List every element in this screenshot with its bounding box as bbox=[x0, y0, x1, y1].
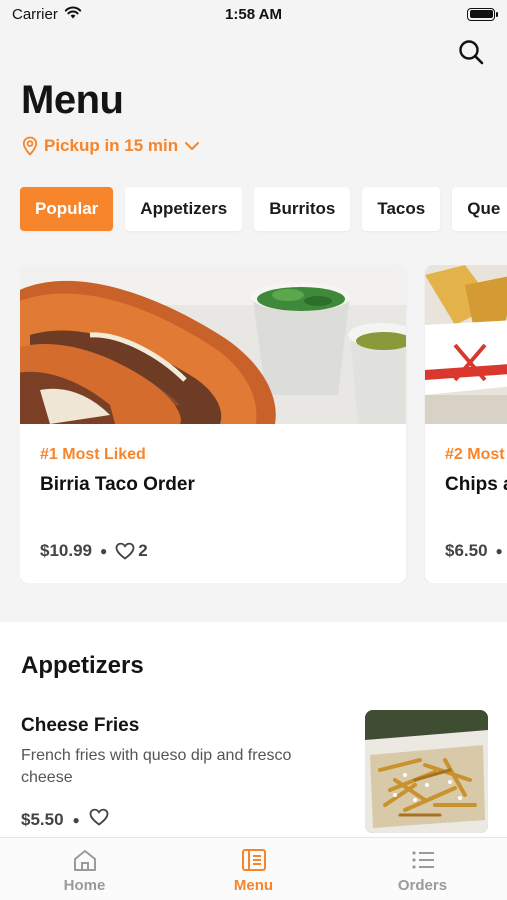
status-time: 1:58 AM bbox=[225, 5, 282, 23]
card-meta: $10.99 ● 2 bbox=[40, 541, 148, 561]
status-bar: Carrier 1:58 AM bbox=[0, 0, 507, 28]
item-price: $5.50 bbox=[21, 809, 64, 829]
tab-orders[interactable]: Orders bbox=[338, 838, 507, 900]
carrier-label: Carrier bbox=[12, 5, 58, 23]
cheese-fries-image bbox=[365, 710, 488, 833]
card-rank-label: #1 Most Liked bbox=[40, 446, 146, 463]
category-tabs: Popular Appetizers Burritos Tacos Que bbox=[20, 187, 507, 231]
location-pin-icon bbox=[22, 136, 38, 156]
heart-icon bbox=[115, 542, 135, 560]
status-left: Carrier bbox=[12, 6, 82, 23]
home-icon bbox=[73, 850, 96, 871]
chips-image bbox=[425, 265, 507, 424]
card-price: $6.50 bbox=[445, 541, 488, 560]
section-title: Appetizers bbox=[21, 652, 144, 679]
pickup-selector[interactable]: Pickup in 15 min bbox=[22, 136, 200, 156]
heart-icon bbox=[89, 808, 109, 826]
card-price: $10.99 bbox=[40, 541, 92, 560]
separator-dot: ● bbox=[72, 812, 80, 827]
tab-menu-label: Menu bbox=[233, 877, 274, 894]
wifi-icon bbox=[64, 6, 82, 23]
featured-carousel[interactable]: #1 Most Liked Birria Taco Order $10.99 ●… bbox=[20, 265, 507, 583]
category-chip-tacos[interactable]: Tacos bbox=[362, 187, 441, 231]
featured-card[interactable]: #2 Most Chips a $6.50 ● bbox=[425, 265, 507, 583]
separator-dot: ● bbox=[495, 544, 503, 558]
tab-bar: Home Menu Orders bbox=[0, 837, 507, 900]
menu-book-icon bbox=[241, 849, 266, 871]
birria-taco-image bbox=[20, 265, 406, 424]
item-meta: $5.50 ● bbox=[21, 808, 109, 831]
item-name: Cheese Fries bbox=[21, 715, 140, 736]
tab-home-label: Home bbox=[63, 877, 106, 894]
card-item-name: Chips a bbox=[445, 474, 507, 495]
like-button[interactable]: 2 bbox=[115, 541, 148, 561]
item-description: French fries with queso dip and fresco c… bbox=[21, 747, 292, 786]
like-count: 2 bbox=[138, 541, 148, 560]
category-chip-quesadillas[interactable]: Que bbox=[452, 187, 507, 231]
search-button[interactable] bbox=[455, 36, 487, 68]
page-title: Menu bbox=[21, 78, 124, 122]
category-chip-burritos[interactable]: Burritos bbox=[254, 187, 351, 231]
appetizers-section: Appetizers Cheese Fries French fries wit… bbox=[0, 622, 507, 842]
category-chip-appetizers[interactable]: Appetizers bbox=[125, 187, 243, 231]
search-icon bbox=[459, 40, 484, 65]
category-chip-popular[interactable]: Popular bbox=[20, 187, 114, 231]
separator-dot: ● bbox=[100, 544, 108, 558]
like-button[interactable] bbox=[89, 808, 109, 831]
chevron-down-icon bbox=[185, 142, 200, 150]
featured-card[interactable]: #1 Most Liked Birria Taco Order $10.99 ●… bbox=[20, 265, 406, 583]
pickup-label: Pickup in 15 min bbox=[44, 136, 179, 155]
tab-orders-label: Orders bbox=[397, 877, 448, 894]
tab-menu[interactable]: Menu bbox=[169, 838, 338, 900]
list-icon bbox=[411, 851, 434, 869]
card-rank-label: #2 Most bbox=[445, 446, 505, 463]
card-item-name: Birria Taco Order bbox=[40, 474, 195, 495]
card-meta: $6.50 ● bbox=[445, 541, 503, 561]
battery-icon bbox=[467, 7, 498, 21]
tab-home[interactable]: Home bbox=[0, 838, 169, 900]
